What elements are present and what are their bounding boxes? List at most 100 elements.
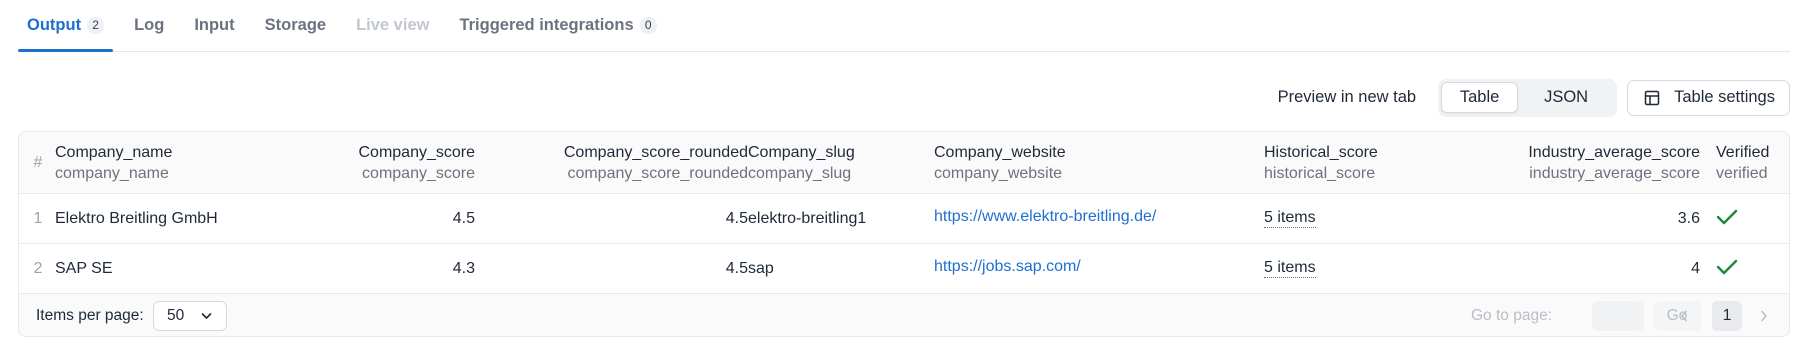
go-button[interactable]: Go: [1653, 301, 1701, 331]
preview-in-new-tab-link[interactable]: Preview in new tab: [1278, 88, 1417, 107]
company-website-link[interactable]: https://www.elektro-breitling.de/: [934, 208, 1156, 226]
output-count-badge: 2: [87, 16, 105, 34]
column-title: Company_slug: [748, 143, 855, 161]
tab-output-label: Output: [27, 15, 82, 34]
column-field: company_score: [362, 164, 475, 182]
company-slug-cell: elektro-breitling1: [748, 194, 866, 243]
column-title: Verified: [1716, 143, 1770, 161]
industry-average-score-value: 4: [1691, 259, 1700, 277]
go-to-page-label: Go to page:: [1471, 307, 1553, 324]
company-score-cell: 4.3: [279, 244, 475, 293]
company-score-rounded-cell: 4.5: [475, 244, 748, 293]
integrations-count-badge: 0: [639, 16, 657, 34]
historical-score-items[interactable]: 5 items: [1264, 209, 1316, 228]
column-field: company_website: [934, 164, 1063, 182]
index-header-label: #: [33, 153, 43, 171]
tab-output[interactable]: Output 2: [18, 0, 114, 52]
historical-score-cell: 5 items: [1264, 194, 1316, 243]
column-title: Historical_score: [1264, 143, 1378, 161]
checkmark-icon: [1716, 259, 1738, 274]
company-score-rounded-value: 4.5: [725, 209, 748, 227]
page-1-button[interactable]: 1: [1712, 301, 1742, 331]
column-field: company_name: [55, 164, 169, 182]
industry-average-score-cell: 3.6: [1479, 194, 1700, 243]
tab-storage[interactable]: Storage: [256, 0, 335, 51]
tab-storage-label: Storage: [264, 15, 327, 34]
table-row: 1 Elektro Breitling GmbH 4.5 4.5 elektro…: [19, 194, 1789, 244]
column-field: historical_score: [1264, 164, 1376, 182]
company-score-rounded-value: 4.5: [725, 259, 748, 277]
index-column-header: #: [28, 132, 48, 193]
next-page-button[interactable]: [1760, 294, 1768, 336]
column-title: Company_website: [934, 143, 1066, 161]
company-name-value: Elektro Breitling GmbH: [55, 209, 218, 227]
tab-log-label: Log: [134, 15, 165, 34]
company-website-link[interactable]: https://jobs.sap.com/: [934, 258, 1081, 276]
company-score-rounded-cell: 4.5: [475, 194, 748, 243]
column-header-industry-average-score[interactable]: Industry_average_score industry_average_…: [1479, 132, 1700, 193]
company-score-cell: 4.5: [279, 194, 475, 243]
tab-log[interactable]: Log: [125, 0, 173, 51]
output-toolbar: Preview in new tab Table JSON Table sett…: [1278, 78, 1790, 117]
company-name-value: SAP SE: [55, 259, 113, 277]
column-field: verified: [1716, 164, 1768, 182]
tab-triggered-integrations-label: Triggered integrations: [459, 15, 634, 34]
column-field: industry_average_score: [1529, 164, 1700, 182]
tab-live-view: Live view: [347, 0, 438, 51]
run-tabs: Output 2 Log Input Storage Live view Tri…: [18, 0, 1790, 52]
pagination-bar: Items per page: 50 Go to page: Go 1: [19, 294, 1789, 336]
items-per-page-select[interactable]: 50: [153, 301, 227, 331]
column-header-company-name[interactable]: Company_name company_name: [55, 132, 172, 193]
verified-cell: [1716, 244, 1738, 293]
company-website-cell: https://www.elektro-breitling.de/: [934, 194, 1156, 243]
column-header-company-website[interactable]: Company_website company_website: [934, 132, 1066, 193]
historical-score-cell: 5 items: [1264, 244, 1316, 293]
column-title: Company_score: [358, 143, 476, 161]
tab-input[interactable]: Input: [185, 0, 243, 51]
items-per-page-label: Items per page:: [36, 307, 144, 324]
chevron-left-icon: [1681, 310, 1687, 322]
checkmark-icon: [1716, 209, 1738, 224]
column-header-company-score[interactable]: Company_score company_score: [279, 132, 476, 193]
company-score-value: 4.5: [452, 209, 475, 227]
historical-score-items[interactable]: 5 items: [1264, 259, 1316, 278]
column-field: company_score_rounded: [567, 164, 748, 182]
previous-page-button[interactable]: [1680, 294, 1688, 336]
company-website-cell: https://jobs.sap.com/: [934, 244, 1081, 293]
row-index-cell: 2: [28, 244, 48, 293]
column-header-company-slug[interactable]: Company_slug company_slug: [748, 132, 855, 193]
company-slug-value: sap: [748, 259, 774, 277]
industry-average-score-value: 3.6: [1677, 209, 1700, 227]
tab-triggered-integrations[interactable]: Triggered integrations 0: [450, 0, 665, 51]
company-slug-value: elektro-breitling1: [748, 209, 867, 227]
view-switcher: Table JSON: [1438, 78, 1618, 117]
column-header-verified[interactable]: Verified verified: [1716, 132, 1769, 193]
go-to-page-input[interactable]: [1592, 301, 1644, 331]
table-layout-icon: [1644, 90, 1660, 105]
company-name-cell: Elektro Breitling GmbH: [55, 194, 218, 243]
company-name-cell: SAP SE: [55, 244, 113, 293]
table-row: 2 SAP SE 4.3 4.5 sap https://jobs.sap.co…: [19, 244, 1789, 294]
industry-average-score-cell: 4: [1479, 244, 1700, 293]
tab-input-label: Input: [194, 15, 235, 34]
company-score-value: 4.3: [452, 259, 475, 277]
table-header-row: # Company_name company_name Company_scor…: [19, 132, 1789, 194]
view-json-button[interactable]: JSON: [1518, 82, 1614, 113]
column-field: company_slug: [748, 164, 852, 182]
table-settings-button[interactable]: Table settings: [1627, 79, 1790, 116]
table-settings-label: Table settings: [1674, 88, 1775, 106]
column-header-historical-score[interactable]: Historical_score historical_score: [1264, 132, 1378, 193]
chevron-right-icon: [1761, 310, 1767, 322]
column-header-company-score-rounded[interactable]: Company_score_rounded company_score_roun…: [475, 132, 748, 193]
column-title: Company_score_rounded: [563, 143, 748, 161]
verified-cell: [1716, 194, 1738, 243]
row-index-cell: 1: [28, 194, 48, 243]
output-table: # Company_name company_name Company_scor…: [18, 131, 1790, 337]
items-per-page-value: 50: [167, 307, 185, 324]
column-title: Company_name: [55, 143, 173, 161]
column-title: Industry_average_score: [1528, 143, 1700, 161]
row-index: 1: [33, 209, 43, 227]
company-slug-cell: sap: [748, 244, 774, 293]
chevron-down-icon: [201, 313, 212, 319]
view-table-button[interactable]: Table: [1441, 82, 1519, 113]
